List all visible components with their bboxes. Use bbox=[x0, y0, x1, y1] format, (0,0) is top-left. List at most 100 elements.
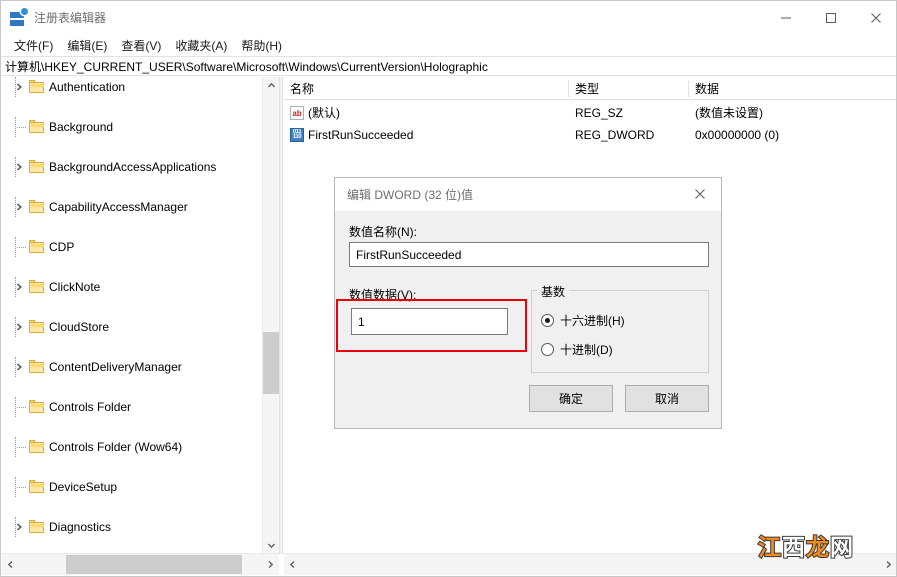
registry-editor-icon bbox=[10, 7, 28, 26]
chevron-right-icon[interactable] bbox=[12, 280, 26, 294]
tree-horizontal-scrollbar[interactable] bbox=[2, 553, 279, 575]
tree-item-cdp[interactable]: CDP bbox=[2, 237, 258, 257]
menu-bar: 文件(F) 编辑(E) 查看(V) 收藏夹(A) 帮助(H) bbox=[1, 34, 896, 56]
radio-dot bbox=[541, 343, 554, 356]
folder-icon bbox=[29, 280, 44, 293]
string-value-icon: ab bbox=[290, 106, 304, 120]
tree-item-clicknote[interactable]: ClickNote bbox=[2, 277, 258, 297]
value-data-input[interactable]: 1 bbox=[351, 308, 508, 335]
title-bar: 注册表编辑器 bbox=[1, 1, 896, 34]
chevron-right-icon[interactable] bbox=[12, 320, 26, 334]
folder-icon bbox=[29, 400, 44, 413]
menu-view[interactable]: 查看(V) bbox=[114, 35, 168, 56]
window-controls bbox=[763, 1, 896, 34]
tree-item-backgroundaccessapplications[interactable]: BackgroundAccessApplications bbox=[2, 157, 258, 177]
address-path: 计算机\HKEY_CURRENT_USER\Software\Microsoft… bbox=[5, 59, 488, 74]
tree-item-controls-folder-wow64[interactable]: Controls Folder (Wow64) bbox=[2, 437, 258, 457]
tree-item-label: Background bbox=[49, 120, 114, 134]
folder-icon bbox=[29, 320, 44, 333]
folder-icon bbox=[29, 120, 44, 133]
dialog-close-button[interactable] bbox=[679, 178, 721, 209]
watermark-char-2: 西 bbox=[781, 534, 806, 562]
tree-item-label: Controls Folder bbox=[49, 400, 132, 414]
tree-connector bbox=[17, 127, 26, 128]
radio-label: 十进制(D) bbox=[560, 343, 613, 357]
tree-vertical-scrollbar[interactable] bbox=[262, 77, 279, 554]
cancel-button[interactable]: 取消 bbox=[625, 385, 709, 412]
tree-guide-line bbox=[15, 397, 16, 417]
scroll-right-icon[interactable] bbox=[262, 554, 279, 575]
column-header-data[interactable]: 数据 bbox=[689, 77, 896, 100]
watermark-char-3: 龙 bbox=[805, 534, 830, 562]
chevron-right-icon[interactable] bbox=[12, 520, 26, 534]
pane-splitter[interactable] bbox=[279, 77, 283, 554]
dialog-title: 编辑 DWORD (32 位)值 bbox=[347, 188, 474, 202]
radio-hexadecimal[interactable]: 十六进制(H) bbox=[541, 312, 625, 329]
scroll-right-icon[interactable] bbox=[880, 554, 896, 575]
tree-scroll-thumb[interactable] bbox=[263, 332, 279, 394]
chevron-right-icon[interactable] bbox=[12, 80, 26, 94]
scroll-left-icon[interactable] bbox=[284, 554, 301, 575]
radio-decimal[interactable]: 十进制(D) bbox=[541, 341, 613, 358]
radio-dot bbox=[541, 314, 554, 327]
folder-icon bbox=[29, 240, 44, 253]
chevron-right-icon[interactable] bbox=[12, 360, 26, 374]
value-name-label: 数值名称(N): bbox=[349, 225, 417, 239]
tree-item-label: DeviceSetup bbox=[49, 480, 118, 494]
value-data: 0x00000000 (0) bbox=[695, 128, 780, 142]
folder-icon bbox=[29, 200, 44, 213]
menu-favorites[interactable]: 收藏夹(A) bbox=[168, 35, 234, 56]
tree-item-label: Diagnostics bbox=[49, 520, 112, 534]
dword-value-icon: 011 110 bbox=[290, 128, 304, 142]
address-bar[interactable]: 计算机\HKEY_CURRENT_USER\Software\Microsoft… bbox=[1, 56, 896, 76]
folder-icon bbox=[29, 360, 44, 373]
menu-edit[interactable]: 编辑(E) bbox=[60, 35, 114, 56]
values-header: 名称 类型 数据 bbox=[284, 77, 896, 100]
tree-hscroll-thumb[interactable] bbox=[66, 555, 242, 574]
tree-item-devicesetup[interactable]: DeviceSetup bbox=[2, 477, 258, 497]
menu-help[interactable]: 帮助(H) bbox=[234, 35, 289, 56]
watermark-char-4: 网 bbox=[829, 534, 854, 562]
column-header-name[interactable]: 名称 bbox=[284, 77, 568, 100]
maximize-button[interactable] bbox=[808, 1, 853, 34]
watermark-char-1: 江 bbox=[757, 534, 782, 562]
minimize-button[interactable] bbox=[763, 1, 808, 34]
tree-item-label: CloudStore bbox=[49, 320, 110, 334]
value-name: (默认) bbox=[308, 106, 340, 120]
value-row-default[interactable]: ab (默认) REG_SZ (数值未设置) bbox=[284, 103, 896, 123]
base-groupbox bbox=[531, 290, 709, 373]
window-title: 注册表编辑器 bbox=[34, 11, 107, 25]
tree-item-controls-folder[interactable]: Controls Folder bbox=[2, 397, 258, 417]
tree-item-capabilityaccessmanager[interactable]: CapabilityAccessManager bbox=[2, 197, 258, 217]
menu-file[interactable]: 文件(F) bbox=[7, 35, 60, 56]
tree-item-authentication[interactable]: Authentication bbox=[2, 77, 258, 97]
value-row-firstrunsucceeded[interactable]: 011 110 FirstRunSucceeded REG_DWORD 0x000… bbox=[284, 125, 896, 145]
close-button[interactable] bbox=[853, 1, 896, 34]
ok-button[interactable]: 确定 bbox=[529, 385, 613, 412]
tree-item-cloudstore[interactable]: CloudStore bbox=[2, 317, 258, 337]
value-name-input[interactable]: FirstRunSucceeded bbox=[349, 242, 709, 267]
tree-item-background[interactable]: Background bbox=[2, 117, 258, 137]
registry-editor-window: 注册表编辑器 文件(F) 编辑(E) 查看(V) 收藏夹(A) 帮助(H) 计算… bbox=[0, 0, 897, 577]
chevron-right-icon[interactable] bbox=[12, 200, 26, 214]
radio-label: 十六进制(H) bbox=[560, 314, 625, 328]
column-header-type[interactable]: 类型 bbox=[569, 77, 688, 100]
tree-guide-line bbox=[15, 477, 16, 497]
chevron-right-icon[interactable] bbox=[12, 160, 26, 174]
folder-icon bbox=[29, 160, 44, 173]
folder-icon bbox=[29, 80, 44, 93]
tree-item-label: CapabilityAccessManager bbox=[49, 200, 188, 214]
edit-dword-dialog: 编辑 DWORD (32 位)值 数值名称(N): FirstRunSuccee… bbox=[334, 177, 722, 429]
tree-guide-line bbox=[15, 437, 16, 457]
value-type: REG_DWORD bbox=[575, 128, 655, 142]
folder-icon bbox=[29, 520, 44, 533]
value-data-label: 数值数据(V): bbox=[349, 288, 417, 302]
value-data: (数值未设置) bbox=[695, 106, 763, 120]
scroll-down-icon[interactable] bbox=[263, 537, 279, 554]
tree-item-contentdeliverymanager[interactable]: ContentDeliveryManager bbox=[2, 357, 258, 377]
tree-item-diagnostics[interactable]: Diagnostics bbox=[2, 517, 258, 537]
scroll-up-icon[interactable] bbox=[263, 77, 279, 94]
tree-connector bbox=[17, 247, 26, 248]
tree-connector bbox=[17, 447, 26, 448]
scroll-left-icon[interactable] bbox=[2, 554, 19, 575]
